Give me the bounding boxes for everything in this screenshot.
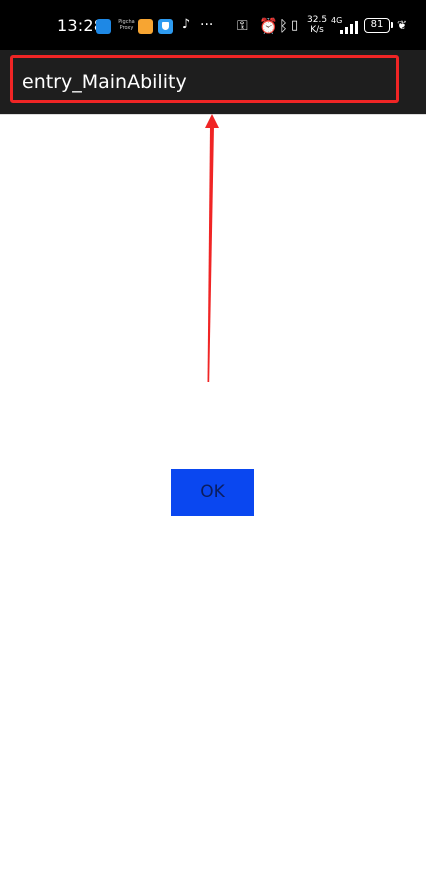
shield-app-icon (158, 19, 173, 34)
battery-tip (391, 22, 393, 28)
tiktok-icon: ♪ (181, 17, 191, 32)
more-notifications-icon: ··· (200, 17, 214, 33)
app-blue-icon (96, 19, 111, 34)
arrow-shaft (207, 126, 214, 382)
bluetooth-icon: ᛒ (279, 17, 289, 35)
annotation-arrow (205, 114, 219, 382)
power-saving-leaf-icon: ❦ (397, 18, 408, 32)
app-tiny-text-icon: Pigcha Proxy (118, 19, 135, 31)
battery-icon: 81 (364, 18, 390, 33)
ok-button[interactable]: OK (171, 469, 254, 516)
signal-strength-icon (340, 20, 360, 34)
network-speed-unit: K/s (310, 25, 324, 35)
title-highlight-box: entry_MainAbility (10, 55, 399, 103)
battery-level: 81 (370, 19, 384, 30)
vibrate-icon: ▯ (291, 18, 299, 33)
alarm-icon: ⏰ (259, 17, 278, 35)
key-icon: ⚿ (237, 18, 248, 34)
page-title: entry_MainAbility (22, 71, 187, 93)
app-orange-icon (138, 19, 153, 34)
status-bar: 13:28 Pigcha Proxy ♪ ··· ⚿ ⏰ ᛒ ▯ 32.5 K/… (0, 0, 426, 50)
arrow-head (205, 114, 219, 128)
network-speed: 32.5 K/s (307, 15, 327, 35)
network-speed-value: 32.5 (307, 15, 328, 25)
title-bar: entry_MainAbility (0, 50, 426, 115)
